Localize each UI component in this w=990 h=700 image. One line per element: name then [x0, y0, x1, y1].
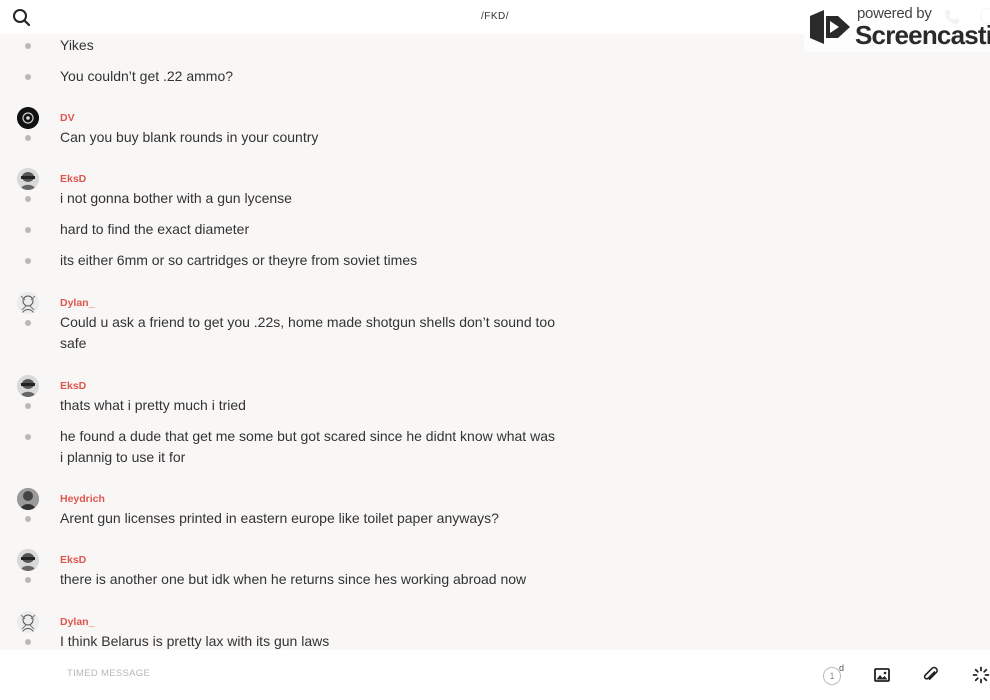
- message-author[interactable]: DV: [60, 112, 75, 124]
- message-timer-button[interactable]: 1 d: [823, 663, 845, 687]
- message-bullet: [25, 320, 31, 326]
- message-bullet: [25, 516, 31, 522]
- message-bullet: [25, 258, 31, 264]
- loading-icon[interactable]: [972, 666, 990, 684]
- message-text: Could u ask a friend to get you .22s, ho…: [60, 314, 555, 351]
- message-bullet: [25, 227, 31, 233]
- timer-unit: d: [839, 663, 845, 673]
- message-text: Yikes: [60, 37, 94, 53]
- message-text: Arent gun licenses printed in eastern eu…: [60, 510, 499, 526]
- avatar[interactable]: [17, 168, 39, 190]
- avatar[interactable]: [17, 292, 39, 314]
- message-author[interactable]: Dylan_: [60, 616, 94, 628]
- composer-bar: TIMED MESSAGE 1 d: [0, 650, 990, 700]
- message-text: he found a dude that get me some but got…: [60, 428, 555, 465]
- message-bullet: [25, 577, 31, 583]
- message-bullet: [25, 403, 31, 409]
- avatar[interactable]: [17, 488, 39, 510]
- message-text: i not gonna bother with a gun lycense: [60, 190, 292, 206]
- avatar[interactable]: [17, 375, 39, 397]
- message-author[interactable]: EksD: [60, 380, 86, 392]
- avatar[interactable]: [17, 549, 39, 571]
- message-author[interactable]: EksD: [60, 554, 86, 566]
- timed-message-input[interactable]: TIMED MESSAGE: [67, 668, 150, 679]
- message-text: thats what i pretty much i tried: [60, 397, 246, 413]
- message-author[interactable]: Dylan_: [60, 297, 94, 309]
- attachment-icon[interactable]: [922, 666, 940, 684]
- image-icon[interactable]: [873, 666, 891, 684]
- message-bullet: [25, 135, 31, 141]
- message-text: its either 6mm or so cartridges or theyr…: [60, 252, 418, 268]
- message-list[interactable]: Yikes You couldn’t get .22 ammo? DV Can …: [0, 34, 990, 650]
- avatar[interactable]: [17, 107, 39, 129]
- message-author[interactable]: Heydrich: [60, 493, 105, 505]
- message-bullet: [25, 434, 31, 440]
- message-bullet: [25, 74, 31, 80]
- message-bullet: [25, 639, 31, 645]
- message-text: hard to find the exact diameter: [60, 221, 250, 237]
- message-text: there is another one but idk when he ret…: [60, 571, 527, 587]
- avatar[interactable]: [17, 611, 39, 633]
- message-bullet: [25, 43, 31, 49]
- message-bullet: [25, 196, 31, 202]
- message-text: Can you buy blank rounds in your country: [60, 129, 319, 145]
- message-author[interactable]: EksD: [60, 173, 86, 185]
- message-text: You couldn’t get .22 ammo?: [60, 68, 234, 84]
- message-text: I think Belarus is pretty lax with its g…: [60, 633, 330, 649]
